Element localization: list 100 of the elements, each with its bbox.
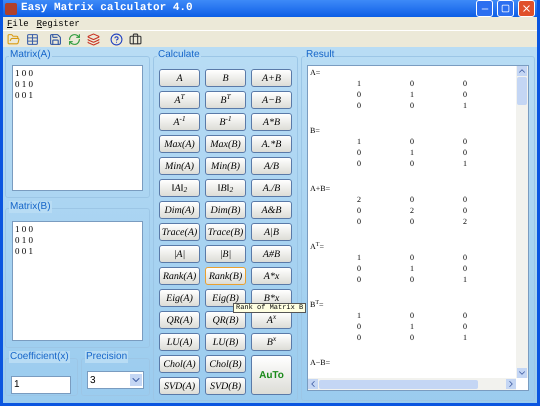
matrix-value: 0 [357,100,362,111]
matrix-value: 0 [463,136,468,147]
calc-button[interactable]: A [159,69,200,87]
result-label: A$^{T}$= [310,242,324,251]
calc-button[interactable]: A$^{-1}$ [159,113,200,131]
matrix-value: 0 [357,158,362,169]
result-label: A= [310,68,320,77]
calc-button[interactable]: A*x [251,267,292,285]
window-title: Easy Matrix calculator 4.0 [21,1,194,16]
calc-button[interactable]: Min(B) [205,157,246,175]
matrix-value: 0 [357,147,362,158]
calc-button[interactable]: B$^{T}$ [205,91,246,109]
calc-button[interactable]: Trace(B) [205,223,246,241]
calc-button[interactable]: Max(B) [205,135,246,153]
matrix-a-field[interactable]: 1 0 0 0 1 0 0 0 1 [12,65,143,191]
matrix-value: 0 [463,205,468,216]
matrix-value: 0 [410,158,415,169]
calc-button[interactable]: A.*B [251,135,292,153]
matrix-value: 1 [410,263,415,274]
calc-button[interactable]: A./B [251,179,292,197]
result-label: A−B= [310,358,330,367]
calc-button[interactable]: B$^{x}$ [251,333,292,351]
matrix-value: 1 [463,158,468,169]
matrix-value: 1 [463,274,468,285]
matrix-value: 0 [463,89,468,100]
calc-button[interactable]: Rank(A) [159,267,200,285]
matrix-value: 0 [410,332,415,343]
menu-item[interactable]: File [7,18,29,30]
result-label: B= [310,126,320,135]
matrix-value: 0 [463,78,468,89]
matrix-value: 1 [357,252,362,263]
matrix-b-field[interactable]: 1 0 0 0 1 0 0 0 1 [12,221,143,341]
matrix-value: 0 [357,332,362,343]
calc-button[interactable]: Dim(A) [159,201,200,219]
matrix-value: 0 [410,136,415,147]
matrix-value: 1 [357,136,362,147]
group-title: Coefficient(x) [9,351,70,363]
matrix-value: 0 [357,274,362,285]
matrix-value: 1 [357,78,362,89]
calc-button[interactable]: LU(B) [205,333,246,351]
calc-button[interactable]: A&B [251,201,292,219]
calc-button[interactable]: Rank(B) [205,267,246,285]
auto-button[interactable]: AuTo [251,355,292,395]
matrix-value: 0 [410,216,415,227]
matrix-value: 0 [357,216,362,227]
matrix-value: 1 [463,100,468,111]
matrix-value: 0 [410,100,415,111]
calc-button[interactable]: B [205,69,246,87]
matrix-value: 0 [357,263,362,274]
group-title: Matrix(B) [9,201,52,213]
matrix-value: 2 [357,194,362,205]
matrix-value: 0 [410,310,415,321]
calc-button[interactable]: Trace(A) [159,223,200,241]
matrix-value: 0 [463,263,468,274]
calc-button[interactable]: Eig(A) [159,289,200,307]
matrix-value: 0 [410,78,415,89]
menu-item[interactable]: Register [36,18,80,30]
matrix-value: 1 [410,89,415,100]
matrix-value: 0 [410,252,415,263]
calc-button[interactable]: A|B [251,223,292,241]
group-title: Matrix(A) [9,49,52,61]
calc-button[interactable]: A/B [251,157,292,175]
calc-button[interactable]: B$^{-1}$ [205,113,246,131]
calc-button[interactable]: Chol(B) [205,355,246,373]
calc-button[interactable]: A#B [251,245,292,263]
calc-button[interactable]: LU(A) [159,333,200,351]
calc-button[interactable]: Dim(B) [205,201,246,219]
calc-button[interactable]: ‖A‖$_{2}$ [159,179,200,197]
matrix-value: 0 [410,194,415,205]
calc-button[interactable]: A−B [251,91,292,109]
calc-button[interactable]: Max(A) [159,135,200,153]
calc-button[interactable]: Chol(A) [159,355,200,373]
matrix-value: 1 [463,332,468,343]
calc-button[interactable]: ‖B‖$_{2}$ [205,179,246,197]
result-label: B$^{T}$= [310,300,324,309]
result-label: A+B= [310,184,330,193]
matrix-value: 0 [410,274,415,285]
matrix-value: 0 [463,252,468,263]
matrix-value: 0 [463,147,468,158]
calc-button[interactable]: A+B [251,69,292,87]
matrix-value: 0 [357,321,362,332]
calc-button[interactable]: |A| [159,245,200,263]
calc-button[interactable]: QR(A) [159,311,200,329]
calc-button[interactable]: SVD(A) [159,377,200,395]
matrix-value: 1 [410,321,415,332]
matrix-value: 0 [463,310,468,321]
matrix-value: 2 [463,216,468,227]
calc-button[interactable]: SVD(B) [205,377,246,395]
precision-select[interactable]: 3 [87,371,144,389]
calc-button[interactable]: |B| [205,245,246,263]
matrix-value: 1 [410,147,415,158]
matrix-value: 0 [357,89,362,100]
calc-button[interactable]: A*B [251,113,292,131]
matrix-value: 2 [410,205,415,216]
coefficient-field[interactable]: 1 [11,376,71,394]
calc-button[interactable]: A$^{T}$ [159,91,200,109]
matrix-value: 1 [357,310,362,321]
calc-button[interactable]: Min(A) [159,157,200,175]
calc-button[interactable]: QR(B) [205,311,246,329]
matrix-value: 0 [463,194,468,205]
